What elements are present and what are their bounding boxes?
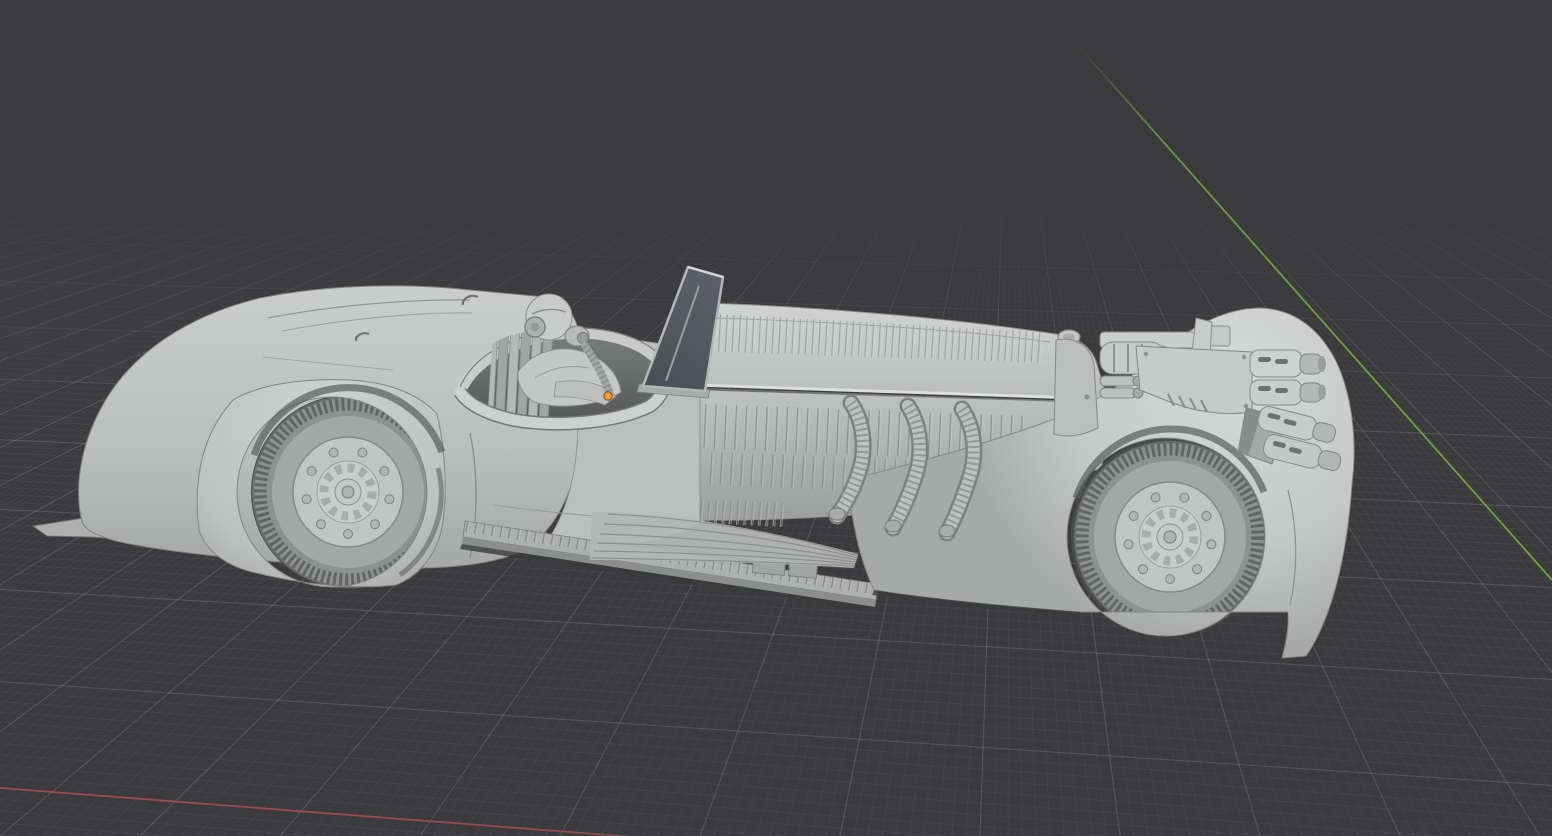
shroud-slot: [1275, 388, 1288, 393]
shroud-slot: [1258, 386, 1271, 391]
receiver-rivet-1: [1144, 352, 1148, 356]
recoil-tube-2: [1100, 388, 1136, 398]
recoil-tube-1: [1100, 376, 1136, 386]
cowl-rivet: [1085, 395, 1090, 400]
driver-mask-valve: [578, 333, 589, 344]
viewport-canvas[interactable]: [0, 0, 1552, 836]
blender-3d-viewport[interactable]: [0, 0, 1552, 836]
muzzle-top-tip: [1318, 356, 1326, 372]
driver-ear-cup-center: [531, 323, 540, 332]
object-origin-dot[interactable]: [604, 392, 612, 400]
receiver-rivet-2: [1242, 355, 1246, 359]
shroud-slot: [1258, 357, 1271, 362]
muzzle-bottom-tip: [1318, 385, 1326, 400]
shroud-slot: [1275, 359, 1288, 364]
front-wheel[interactable]: [1075, 442, 1265, 632]
